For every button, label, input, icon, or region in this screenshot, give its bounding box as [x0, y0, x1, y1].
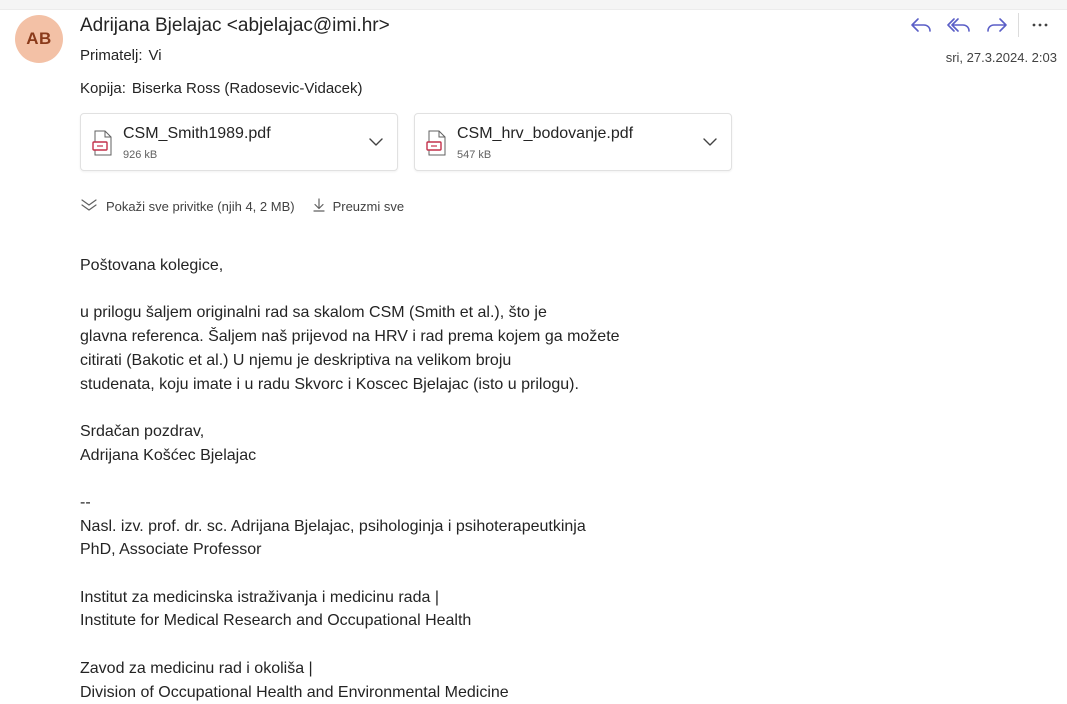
to-label: Primatelj:	[80, 47, 143, 64]
sender-name[interactable]: Adrijana Bjelajac <abjelajac@imi.hr>	[80, 15, 390, 37]
reply-all-button[interactable]	[940, 12, 978, 38]
double-chevron-down-icon	[80, 198, 106, 215]
attachment-size: 547 kB	[457, 149, 492, 161]
signature-institute: Institut za medicinska istraživanja i me…	[80, 588, 472, 630]
cc-line: Kopija: Biserka Ross (Radosevic-Vidacek)	[80, 80, 363, 97]
email-reading-pane: AB Adrijana Bjelajac <abjelajac@imi.hr> …	[0, 0, 1067, 704]
forward-icon	[986, 16, 1008, 34]
sent-date: sri, 27.3.2024. 2:03	[945, 50, 1057, 65]
more-icon	[1031, 22, 1049, 28]
reply-all-icon	[947, 16, 971, 34]
sender-avatar[interactable]: AB	[15, 15, 63, 63]
download-icon	[312, 198, 333, 215]
reply-icon	[910, 16, 932, 34]
message-body: Poštovana kolegice, u prilogu šaljem ori…	[80, 254, 1040, 704]
body-closing: Srdačan pozdrav, Adrijana Košćec Bjelaja…	[80, 422, 257, 464]
attachment-links: Pokaži sve privitke (njih 4, 2 MB) Preuz…	[80, 198, 404, 215]
attachment-name: CSM_hrv_bodovanje.pdf	[457, 125, 634, 142]
attachment-card[interactable]: CSM_hrv_bodovanje.pdf 547 kB	[414, 113, 732, 171]
show-all-label: Pokaži sve privitke (njih 4, 2 MB)	[106, 199, 295, 214]
download-all-label: Preuzmi sve	[332, 199, 405, 214]
signature-separator: --	[80, 493, 91, 511]
attachment-card[interactable]: CSM_Smith1989.pdf 926 kB	[80, 113, 398, 171]
to-line: Primatelj: Vi	[80, 47, 162, 64]
show-all-attachments-button[interactable]: Pokaži sve privitke (njih 4, 2 MB)	[80, 198, 295, 215]
message-actions	[902, 12, 1059, 38]
attachment-size: 926 kB	[123, 149, 158, 161]
chevron-down-icon[interactable]	[367, 133, 385, 151]
to-recipient[interactable]: Vi	[149, 47, 162, 64]
cc-recipient[interactable]: Biserka Ross (Radosevic-Vidacek)	[132, 80, 363, 97]
signature-title: Nasl. izv. prof. dr. sc. Adrijana Bjelaj…	[80, 517, 586, 559]
body-paragraph: u prilogu šaljem originalni rad sa skalo…	[80, 304, 620, 393]
body-greeting: Poštovana kolegice,	[80, 257, 224, 274]
actions-divider	[1018, 13, 1019, 37]
attachment-name: CSM_Smith1989.pdf	[123, 125, 271, 142]
reply-button[interactable]	[902, 12, 940, 38]
signature-division: Zavod za medicinu rad i okoliša | Divisi…	[80, 659, 509, 701]
attachment-list: CSM_Smith1989.pdf 926 kB CSM_hrv_bodovan…	[80, 113, 732, 171]
forward-button[interactable]	[978, 12, 1016, 38]
pdf-icon	[426, 130, 448, 161]
pdf-icon	[92, 130, 114, 161]
chevron-down-icon[interactable]	[701, 133, 719, 151]
top-divider	[0, 0, 1067, 10]
more-actions-button[interactable]	[1021, 12, 1059, 38]
cc-label: Kopija:	[80, 80, 126, 97]
download-all-button[interactable]: Preuzmi sve	[312, 198, 405, 215]
